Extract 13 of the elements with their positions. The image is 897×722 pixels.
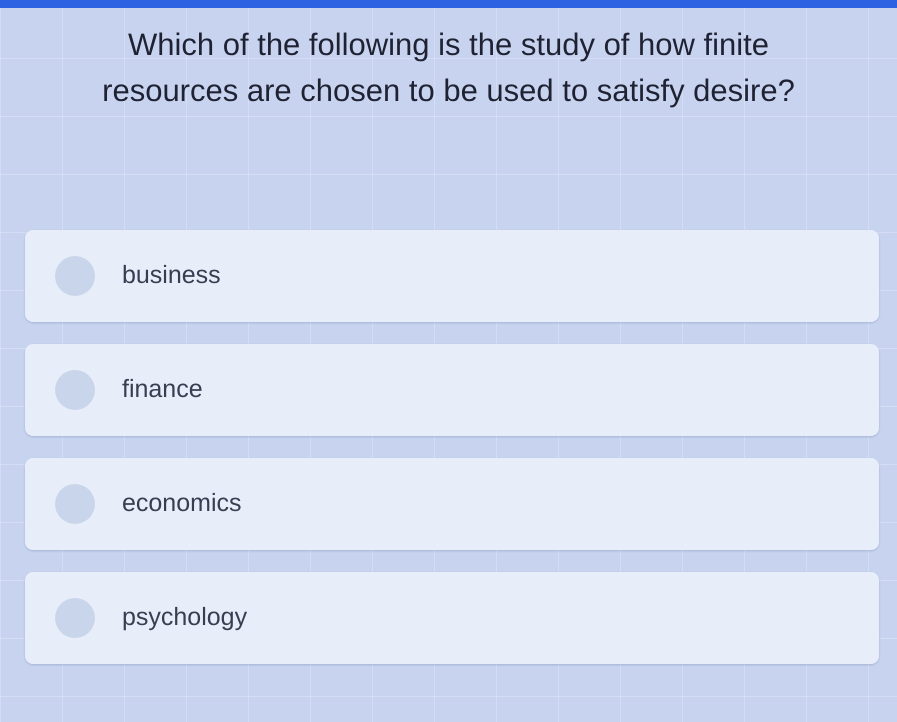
radio-button[interactable] [55,370,95,410]
answer-option[interactable]: business [25,230,879,322]
radio-button[interactable] [55,256,95,296]
answer-option[interactable]: finance [25,344,879,436]
radio-button[interactable] [55,484,95,524]
question-text: Which of the following is the study of how finite resources are chosen to be used to satisfy desire? [101,26,796,110]
option-label: psychology [122,602,248,634]
option-label: economics [122,488,242,520]
answer-option[interactable]: psychology [25,572,879,664]
option-label: finance [122,374,203,406]
option-label: business [122,260,221,292]
answer-option[interactable]: economics [25,458,879,550]
radio-button[interactable] [55,598,95,638]
